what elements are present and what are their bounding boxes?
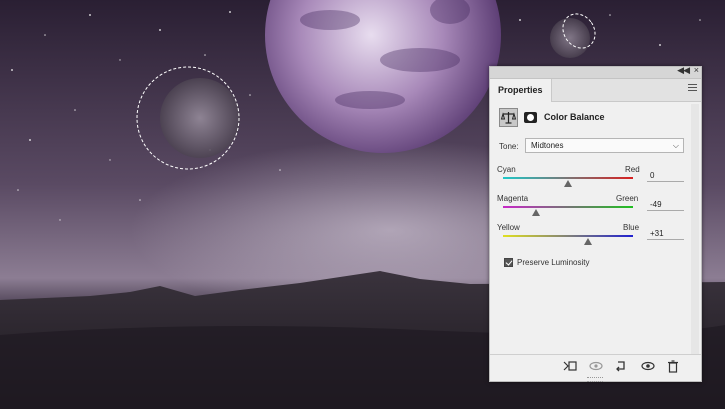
close-icon[interactable]: × xyxy=(694,65,699,75)
chevron-down-icon: ⌵ xyxy=(672,141,679,150)
slider-green-label: Green xyxy=(616,194,639,203)
layer-mask-icon[interactable] xyxy=(521,108,540,127)
tab-properties[interactable]: Properties xyxy=(490,79,552,102)
slider-blue-label: Blue xyxy=(623,223,640,232)
yellow-blue-slider-track[interactable] xyxy=(503,235,633,237)
magenta-green-slider-track[interactable] xyxy=(503,206,633,208)
clip-to-layer-icon[interactable] xyxy=(562,359,578,373)
cyan-red-slider-track[interactable] xyxy=(503,177,633,179)
view-previous-state-icon[interactable] xyxy=(588,359,604,373)
slider-yellow-label: Yellow xyxy=(497,223,520,232)
panel-resize-grip[interactable] xyxy=(587,377,603,382)
collapse-icon[interactable]: ◀◀ xyxy=(677,65,690,76)
magenta-green-slider-thumb[interactable] xyxy=(532,209,541,216)
cyan-red-value-input[interactable]: 0 xyxy=(647,169,684,182)
slider-magenta-label: Magenta xyxy=(497,194,529,203)
tone-select-value: Midtones xyxy=(531,141,564,150)
yellow-blue-value-input[interactable]: +31 xyxy=(647,227,684,240)
adjustment-title: Color Balance xyxy=(544,112,605,122)
yellow-blue-slider-thumb[interactable] xyxy=(584,238,593,245)
properties-panel: ◀◀ × Properties Color Balance Tone: Midt… xyxy=(489,65,702,382)
panel-topbar: ◀◀ × xyxy=(490,65,701,79)
cyan-red-slider-thumb[interactable] xyxy=(564,180,572,187)
preserve-luminosity-label: Preserve Luminosity xyxy=(517,258,590,267)
tone-label: Tone: xyxy=(499,142,519,151)
slider-cyan-label: Cyan xyxy=(497,165,516,174)
magenta-green-value-input[interactable]: -49 xyxy=(647,198,684,211)
reset-icon[interactable] xyxy=(613,359,629,373)
color-balance-icon[interactable] xyxy=(499,108,518,127)
delete-icon[interactable] xyxy=(665,359,681,373)
visibility-icon[interactable] xyxy=(640,359,656,373)
panel-footer xyxy=(490,354,701,377)
panel-menu-icon[interactable] xyxy=(688,84,697,93)
slider-red-label: Red xyxy=(625,165,640,174)
preserve-luminosity-checkbox[interactable] xyxy=(504,258,513,267)
panel-tab-row: Properties xyxy=(490,79,701,102)
tone-select[interactable]: Midtones ⌵ xyxy=(525,138,684,153)
panel-scrollbar[interactable] xyxy=(691,104,699,354)
